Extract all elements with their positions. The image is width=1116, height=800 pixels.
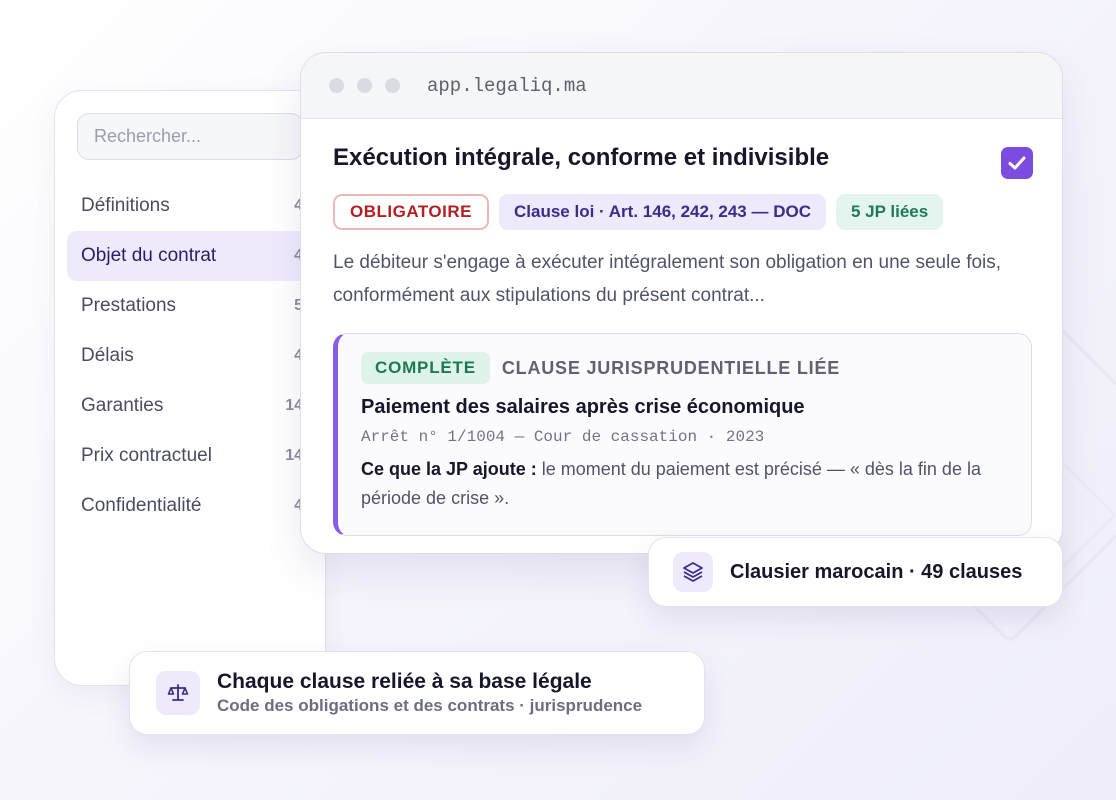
sidebar-item-label: Prestations [81,295,177,316]
jp-card-header: COMPLÈTE CLAUSE JURISPRUDENTIELLE LIÉE [361,352,840,384]
browser-window: app.legaliq.ma Exécution intégrale, conf… [300,52,1063,554]
sidebar-item-label: Prix contractuel [81,445,212,466]
clause-library-badge: Clausier marocain · 49 clauses [648,537,1063,607]
law-reference-badge[interactable]: Clause loi · Art. 146, 242, 243 — DOC [499,194,826,230]
legal-basis-texts: Chaque clause reliée à sa base légale Co… [217,670,642,716]
clause-tags: OBLIGATOIRE Clause loi · Art. 146, 242, … [333,194,944,230]
sidebar-item-confidentialite[interactable]: Confidentialité 4 [67,481,317,531]
browser-titlebar: app.legaliq.ma [301,53,1062,119]
window-dot-close[interactable] [329,78,344,93]
sidebar-item-label: Garanties [81,395,164,416]
sidebar-item-prestations[interactable]: Prestations 5 [67,281,317,331]
window-dot-minimize[interactable] [357,78,372,93]
address-bar-url[interactable]: app.legaliq.ma [427,75,587,97]
layers-icon [673,552,713,592]
clause-library-text: Clausier marocain · 49 clauses [730,560,1023,583]
jp-card-label: CLAUSE JURISPRUDENTIELLE LIÉE [501,357,841,378]
linked-jurisprudence-card[interactable]: COMPLÈTE CLAUSE JURISPRUDENTIELLE LIÉE P… [333,333,1032,536]
sidebar-item-label: Définitions [81,195,170,216]
search-input[interactable]: Rechercher... [77,113,303,160]
sidebar-item-label: Confidentialité [81,495,202,516]
jp-title: Paiement des salaires après crise économ… [361,396,805,418]
linked-jp-badge[interactable]: 5 JP liées [836,194,944,230]
sidebar-item-definitions[interactable]: Définitions 4 [67,181,317,231]
sidebar-item-garanties[interactable]: Garanties 14 [67,381,317,431]
status-badge: COMPLÈTE [361,352,490,384]
scale-icon [156,671,200,715]
obligatory-badge: OBLIGATOIRE [333,194,489,230]
clause-category-sidebar: Rechercher... Définitions 4 Objet du con… [54,90,326,686]
sidebar-item-delais[interactable]: Délais 4 [67,331,317,381]
legal-basis-subtitle: Code des obligations et des contrats · j… [217,696,643,715]
check-icon [1008,156,1026,170]
jp-summary: Ce que la JP ajoute : le moment du paiem… [361,455,1011,513]
clause-title: Exécution intégrale, conforme et indivis… [333,144,830,171]
sidebar-item-label: Délais [81,345,134,366]
jp-summary-label: Ce que la JP ajoute : [361,459,537,479]
clause-checkbox[interactable] [1001,147,1033,179]
legal-basis-badge: Chaque clause reliée à sa base légale Co… [129,651,705,735]
window-dot-maximize[interactable] [385,78,400,93]
jp-reference: Arrêt n° 1/1004 — Cour de cassation · 20… [361,428,765,446]
legal-basis-title: Chaque clause reliée à sa base légale [217,670,592,693]
clause-description: Le débiteur s'engage à exécuter intégral… [333,252,1002,306]
sidebar-item-prix-contractuel[interactable]: Prix contractuel 14 [67,431,317,481]
category-list: Définitions 4 Objet du contrat 4 Prestat… [67,181,317,531]
sidebar-item-objet-du-contrat[interactable]: Objet du contrat 4 [67,231,317,281]
sidebar-item-label: Objet du contrat [81,245,217,266]
